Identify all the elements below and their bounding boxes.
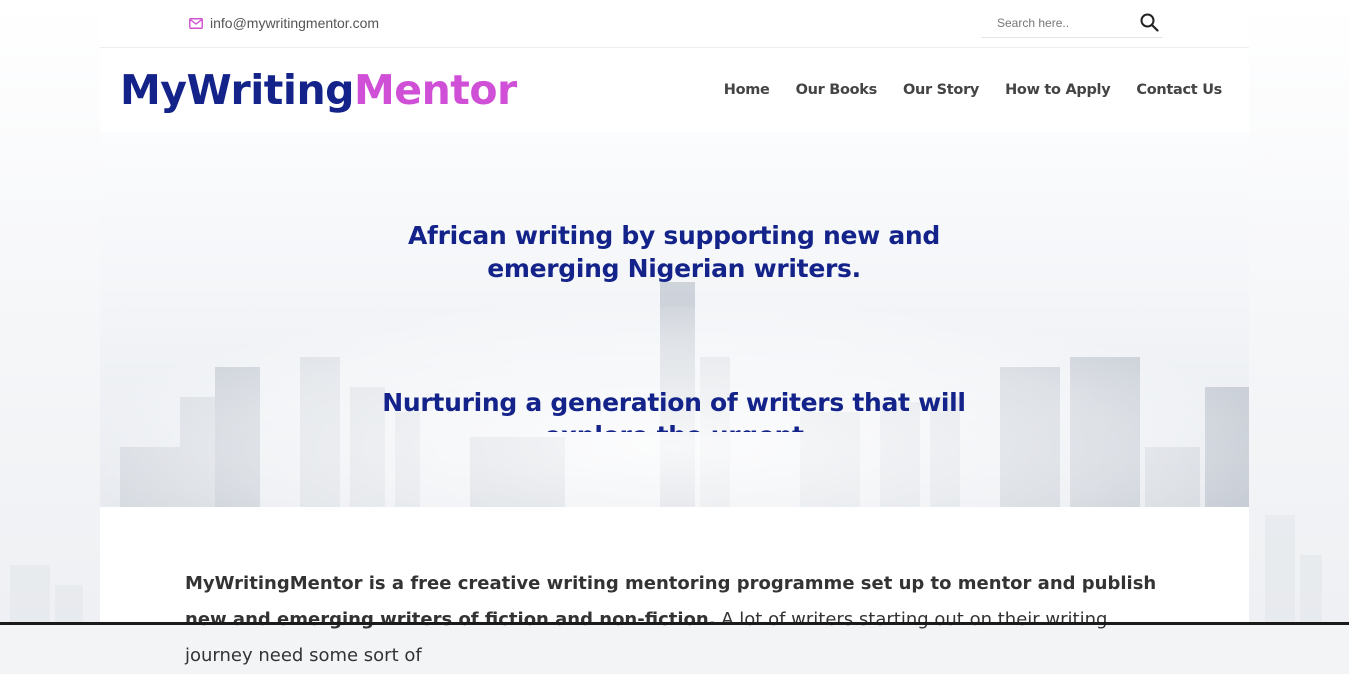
search-box [981, 8, 1163, 38]
nav-contact-us[interactable]: Contact Us [1136, 82, 1222, 98]
nav-home[interactable]: Home [724, 82, 770, 98]
page-container: info@mywritingmentor.com MyWritingMentor… [100, 0, 1249, 666]
hero-headline-2: Nurturing a generation of writers that w… [382, 388, 966, 432]
hero-banner: African writing by supporting new and em… [100, 132, 1249, 507]
nav-how-to-apply[interactable]: How to Apply [1005, 82, 1111, 98]
envelope-icon [189, 17, 203, 29]
hero-headline-2-box: Nurturing a generation of writers that w… [374, 386, 974, 432]
background-building [1300, 555, 1322, 625]
intro-paragraph: MyWritingMentor is a free creative writi… [185, 566, 1175, 674]
site-header: MyWriting Mentor Home Our Books Our Story… [100, 48, 1249, 132]
search-input[interactable] [995, 14, 1139, 31]
contact-email[interactable]: info@mywritingmentor.com [189, 14, 379, 32]
logo-part-1[interactable]: MyWriting [120, 66, 355, 114]
nav-our-books[interactable]: Our Books [796, 82, 878, 98]
logo-part-2[interactable]: Mentor [354, 65, 517, 115]
search-icon[interactable] [1140, 13, 1159, 32]
main-nav: Home Our Books Our Story How to Apply Co… [724, 82, 1223, 98]
hero-headline-1: African writing by supporting new and em… [407, 221, 941, 283]
background-building [1265, 515, 1295, 625]
contact-email-text[interactable]: info@mywritingmentor.com [210, 15, 379, 31]
site-logo[interactable]: MyWriting Mentor [120, 65, 517, 115]
background-building [55, 585, 83, 625]
background-building [10, 565, 50, 625]
top-bar: info@mywritingmentor.com [100, 0, 1249, 48]
nav-our-story[interactable]: Our Story [903, 82, 979, 98]
